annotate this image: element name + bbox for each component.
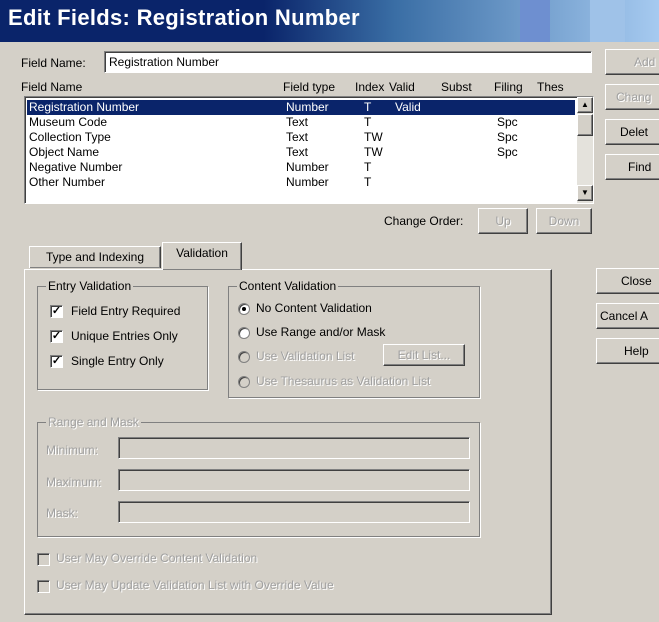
row-valid: Valid — [395, 100, 421, 114]
use-range-mask-radio[interactable] — [238, 327, 250, 339]
use-validation-list-label: Use Validation List — [256, 349, 355, 363]
update-validation-list-label: User May Update Validation List with Ove… — [56, 578, 334, 592]
range-mask-group: Range and Mask Minimum: Maximum: Mask: — [37, 415, 480, 537]
field-name-value: Registration Number — [109, 55, 220, 69]
check-mark-icon: ✓ — [51, 330, 62, 342]
row-type: Text — [286, 115, 309, 129]
no-content-validation-label: No Content Validation — [256, 301, 372, 315]
find-button[interactable]: Find — [605, 154, 659, 180]
arrow-down-icon: ▼ — [581, 188, 589, 197]
row-filing: Spc — [497, 145, 518, 159]
row-index: TW — [364, 145, 383, 159]
row-type: Text — [286, 130, 309, 144]
tab-validation[interactable]: Validation — [162, 242, 242, 270]
mask-input[interactable] — [118, 501, 470, 523]
use-thesaurus-label: Use Thesaurus as Validation List — [256, 374, 431, 388]
unique-entries-only-checkbox[interactable]: ✓ — [50, 330, 63, 343]
row-index: TW — [364, 130, 383, 144]
field-entry-required-checkbox[interactable]: ✓ — [50, 305, 63, 318]
header-field-name: Field Name — [21, 80, 83, 94]
header-filing: Filing — [494, 80, 523, 94]
field-name-label: Field Name: — [21, 56, 86, 70]
check-mark-icon: ✓ — [51, 355, 62, 367]
row-filing: Spc — [497, 115, 518, 129]
cancel-all-button[interactable]: Cancel A — [596, 303, 659, 329]
row-name: Negative Number — [29, 160, 123, 174]
unique-entries-only-label: Unique Entries Only — [71, 329, 178, 343]
field-name-input[interactable]: Registration Number — [104, 51, 592, 73]
range-mask-title: Range and Mask — [46, 415, 141, 429]
scroll-up-button[interactable]: ▲ — [577, 97, 593, 113]
override-content-validation-checkbox[interactable] — [37, 553, 50, 566]
single-entry-only-checkbox[interactable]: ✓ — [50, 355, 63, 368]
row-name: Museum Code — [29, 115, 108, 129]
use-range-mask-label: Use Range and/or Mask — [256, 325, 386, 339]
down-button[interactable]: Down — [536, 208, 592, 234]
content-validation-title: Content Validation — [237, 279, 339, 293]
field-entry-required-label: Field Entry Required — [71, 304, 181, 318]
header-valid: Valid — [389, 80, 415, 94]
title-bar-block — [520, 0, 550, 42]
row-name: Collection Type — [29, 130, 111, 144]
row-filing: Spc — [497, 130, 518, 144]
mask-label: Mask: — [46, 506, 79, 520]
row-index: T — [364, 175, 372, 189]
list-scrollbar[interactable]: ▲ ▼ — [577, 97, 593, 203]
header-field-type: Field type — [283, 80, 336, 94]
list-row[interactable]: Collection Type Text TW Spc — [27, 130, 575, 145]
row-name: Object Name — [29, 145, 100, 159]
no-content-validation-radio[interactable] — [238, 303, 250, 315]
entry-validation-group: Entry Validation ✓ Field Entry Required … — [37, 279, 208, 390]
delete-button[interactable]: Delet — [605, 119, 659, 145]
override-content-validation-label: User May Override Content Validation — [56, 551, 258, 565]
minimum-label: Minimum: — [46, 443, 99, 457]
tab-type-and-indexing[interactable]: Type and Indexing — [29, 246, 161, 268]
check-mark-icon: ✓ — [51, 305, 62, 317]
use-validation-list-radio[interactable] — [238, 351, 250, 363]
title-bar: Edit Fields: Registration Number — [0, 0, 659, 42]
close-button[interactable]: Close — [596, 268, 659, 294]
scroll-thumb[interactable] — [577, 114, 593, 136]
list-row[interactable]: Object Name Text TW Spc — [27, 145, 575, 160]
scroll-down-button[interactable]: ▼ — [577, 185, 593, 201]
list-row[interactable]: Negative Number Number T — [27, 160, 575, 175]
change-button[interactable]: Chang — [605, 84, 659, 110]
edit-list-button[interactable]: Edit List... — [383, 344, 465, 366]
change-order-label: Change Order: — [384, 214, 464, 228]
help-button[interactable]: Help — [596, 338, 659, 364]
add-button[interactable]: Add — [605, 49, 659, 75]
field-list[interactable]: Registration Number Number T Valid Museu… — [24, 96, 594, 204]
header-subst: Subst — [441, 80, 472, 94]
row-index: T — [364, 115, 372, 129]
row-index: T — [364, 160, 372, 174]
update-validation-list-checkbox[interactable] — [37, 580, 50, 593]
row-type: Number — [286, 100, 329, 114]
header-thes: Thes — [537, 80, 564, 94]
title-bar-block — [590, 0, 625, 42]
list-row[interactable]: Registration Number Number T Valid — [27, 100, 575, 115]
row-name: Registration Number — [29, 100, 140, 114]
header-index: Index — [355, 80, 385, 94]
up-button[interactable]: Up — [478, 208, 528, 234]
row-type: Text — [286, 145, 309, 159]
row-index: T — [364, 100, 372, 114]
window-title: Edit Fields: Registration Number — [8, 5, 360, 30]
arrow-up-icon: ▲ — [581, 100, 589, 109]
list-row[interactable]: Museum Code Text T Spc — [27, 115, 575, 130]
minimum-input[interactable] — [118, 437, 470, 459]
row-type: Number — [286, 160, 329, 174]
use-thesaurus-radio[interactable] — [238, 376, 250, 388]
content-validation-group: Content Validation No Content Validation… — [228, 279, 480, 398]
entry-validation-title: Entry Validation — [46, 279, 134, 293]
row-name: Other Number — [29, 175, 106, 189]
list-row[interactable]: Other Number Number T — [27, 175, 575, 190]
row-type: Number — [286, 175, 329, 189]
maximum-input[interactable] — [118, 469, 470, 491]
maximum-label: Maximum: — [46, 475, 102, 489]
single-entry-only-label: Single Entry Only — [71, 354, 164, 368]
